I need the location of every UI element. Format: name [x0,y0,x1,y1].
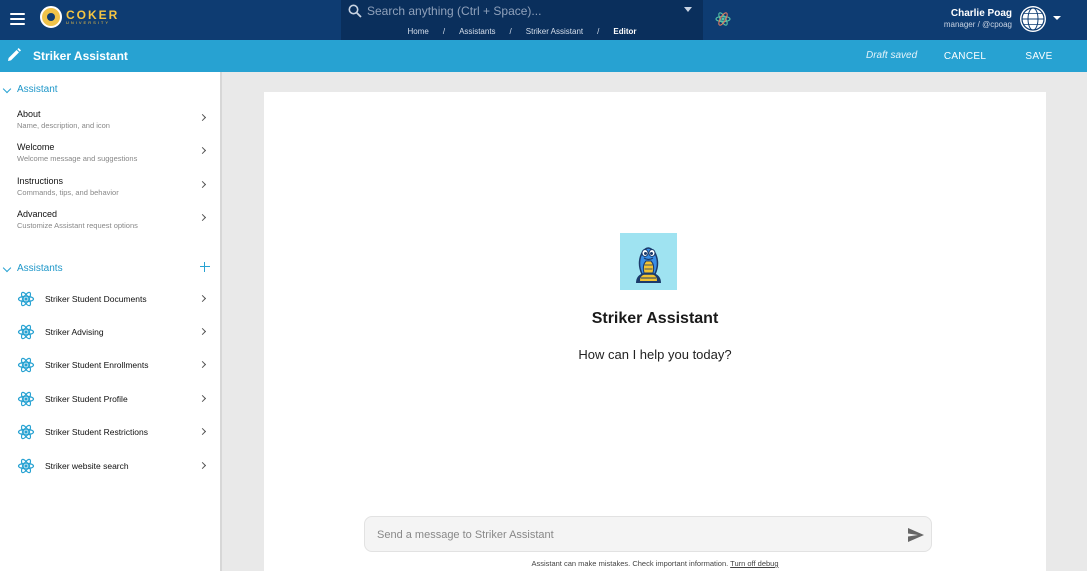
search-input[interactable] [367,2,677,20]
breadcrumb-separator: / [597,27,600,36]
breadcrumb-separator: / [509,27,512,36]
chevron-right-icon [198,213,207,222]
user-info[interactable]: Charlie Poag manager / @cpoag [920,8,1012,29]
sidebar-item-striker-student-restrictions[interactable]: Striker Student Restrictions [0,421,222,445]
assistant-greeting: How can I help you today? [578,347,732,362]
assistant-name-heading: Striker Assistant [591,310,719,327]
atom-icon [17,391,35,407]
cobra-mascot-icon [636,247,661,283]
chevron-right-icon [198,146,207,155]
draft-status: Draft saved [866,50,918,61]
item-description: Commands, tips, and behavior [17,188,119,197]
atom-icon [17,424,35,440]
sidebar-item-striker-student-documents[interactable]: Striker Student Documents [0,288,222,312]
chevron-down-icon [2,84,12,94]
chevron-right-icon [198,327,207,336]
assistant-name: Striker Student Enrollments [45,360,149,370]
university-logo[interactable]: COKER UNIVERSITY [40,6,119,28]
sidebar-item-instructions[interactable]: Instructions Commands, tips, and behavio… [0,176,222,206]
breadcrumb-separator: / [442,27,446,36]
message-input[interactable] [377,526,897,544]
sidebar-item-striker-advising[interactable]: Striker Advising [0,321,222,345]
breadcrumb-assistants[interactable]: Assistants [459,27,495,36]
editor-header: Striker Assistant Draft saved CANCEL SAV… [0,40,1087,72]
sidebar: Assistant About Name, description, and i… [0,72,222,571]
logo-seal-icon [40,6,62,28]
item-title: Advanced [17,209,58,219]
atom-icon [17,458,35,474]
breadcrumb-home[interactable]: Home [408,27,429,36]
add-assistant-icon[interactable] [200,262,210,272]
menu-icon[interactable] [10,13,25,25]
chevron-right-icon [198,294,207,303]
chevron-right-icon [198,394,207,403]
item-title: Instructions [17,176,64,186]
sidebar-item-striker-website-search[interactable]: Striker website search [0,455,222,479]
chevron-right-icon [198,461,207,470]
chevron-right-icon [198,180,207,189]
item-title: Welcome [17,142,55,152]
atom-icon [17,357,35,373]
pencil-icon [8,48,21,61]
avatar[interactable] [1020,6,1046,32]
disclaimer-text: Assistant can make mistakes. Check impor… [531,559,729,568]
assistants-section-header[interactable]: Assistants [0,262,222,278]
chevron-down-icon [2,263,12,273]
breadcrumb: Home / Assistants / Striker Assistant / … [341,27,703,36]
section-label: Assistant [17,84,58,95]
assistant-name: Striker website search [45,461,129,471]
assistant-name: Striker Student Documents [45,294,147,304]
item-description: Name, description, and icon [17,121,110,130]
search-icon [348,4,362,18]
user-name: Charlie Poag [950,8,1012,19]
global-search: Home / Assistants / Striker Assistant / … [341,0,703,40]
breadcrumb-editor: Editor [613,27,637,36]
chevron-right-icon [198,360,207,369]
globe-icon [1021,7,1045,31]
cancel-button[interactable]: CANCEL [935,48,995,64]
turn-off-debug-link[interactable]: Turn off debug [730,559,778,568]
atom-icon [17,291,35,307]
sidebar-item-striker-student-profile[interactable]: Striker Student Profile [0,388,222,412]
sidebar-item-advanced[interactable]: Advanced Customize Assistant request opt… [0,209,222,239]
breadcrumb-striker-assistant[interactable]: Striker Assistant [526,27,583,36]
atom-icon[interactable] [713,9,733,29]
atom-icon [17,324,35,340]
sidebar-item-welcome[interactable]: Welcome Welcome message and suggestions [0,142,222,172]
assistant-name: Striker Student Restrictions [45,427,148,437]
sidebar-item-striker-student-enrollments[interactable]: Striker Student Enrollments [0,354,222,378]
disclaimer: Assistant can make mistakes. Check impor… [264,559,1046,568]
chat-preview-panel: Striker Assistant How can I help you tod… [264,92,1046,571]
assistant-name: Striker Student Profile [45,394,128,404]
item-title: About [17,109,41,119]
page-title: Striker Assistant [33,49,128,63]
assistant-section-header[interactable]: Assistant [0,83,222,99]
chevron-right-icon [198,427,207,436]
top-bar: COKER UNIVERSITY Home / Assistants / Str… [0,0,1087,40]
message-composer [364,516,932,552]
assistant-name: Striker Advising [45,327,104,337]
user-role: manager / @cpoag [943,20,1012,29]
item-description: Customize Assistant request options [17,221,138,230]
section-label: Assistants [17,263,63,274]
chevron-right-icon [198,113,207,122]
save-button[interactable]: SAVE [1015,48,1063,64]
send-icon[interactable] [908,528,924,542]
user-menu-chevron-icon[interactable] [1053,16,1061,20]
item-description: Welcome message and suggestions [17,154,138,163]
assistant-avatar [620,233,677,290]
search-dropdown-icon[interactable] [684,7,692,12]
sidebar-item-about[interactable]: About Name, description, and icon [0,109,222,139]
